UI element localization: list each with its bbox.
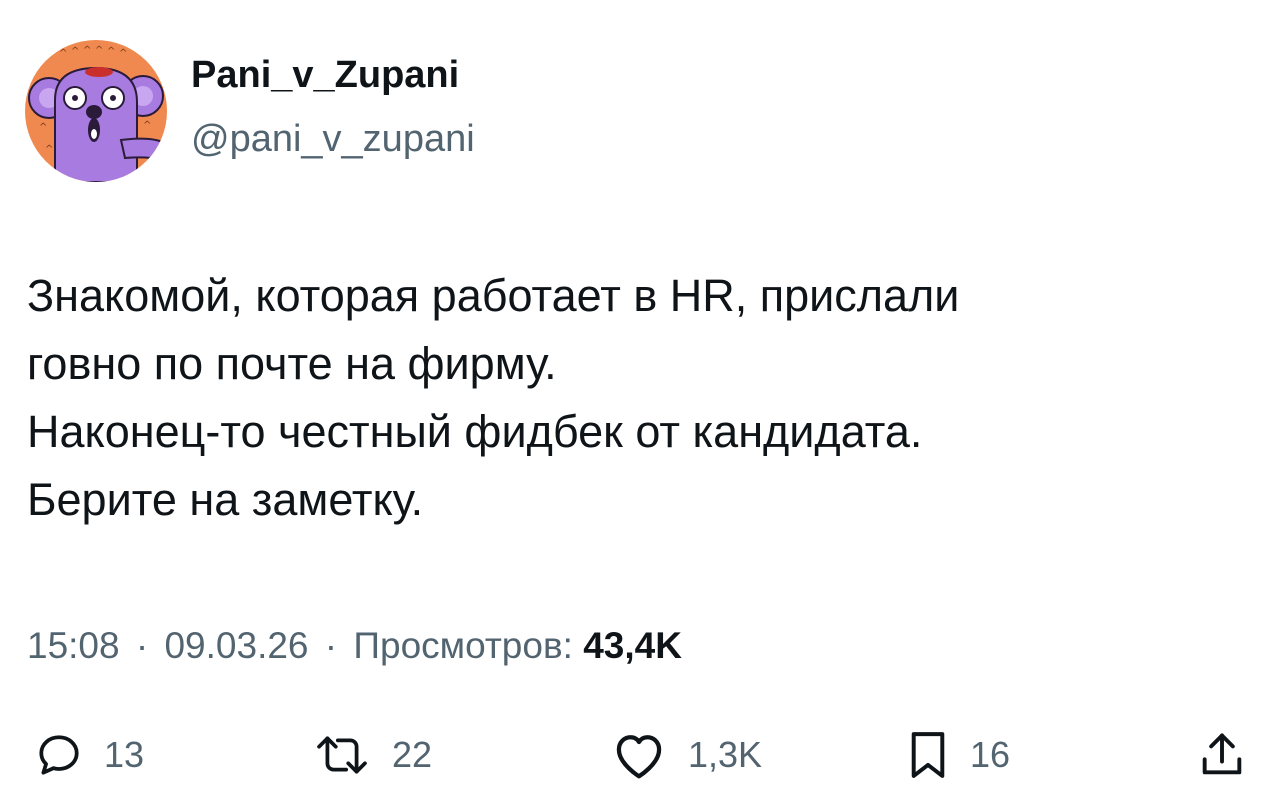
tweet-time[interactable]: 15:08	[27, 625, 120, 666]
like-count: 1,3K	[688, 734, 763, 775]
like-button[interactable]: 1,3K	[610, 720, 762, 790]
tweet-text-line: Берите на заметку.	[27, 474, 424, 525]
tweet-meta: 15:08 · 09.03.26 · Просмотров: 43,4K	[27, 625, 682, 667]
svg-text:^: ^	[71, 46, 79, 57]
svg-text:^: ^	[107, 46, 115, 57]
tweet: ^ ^ ^ ^ ^ ^ ^ ^ ^ Pani_v_Zupani @pani_v_…	[0, 0, 1280, 811]
meta-separator: ·	[324, 625, 338, 666]
retweet-count: 22	[392, 734, 433, 775]
heart-icon	[616, 735, 662, 779]
share-button[interactable]	[1196, 720, 1248, 790]
reply-button[interactable]: 13	[34, 720, 144, 790]
reply-icon	[39, 735, 79, 775]
bookmark-count: 16	[970, 734, 1011, 775]
views-label: Просмотров:	[353, 625, 573, 666]
meta-separator: ·	[135, 625, 149, 666]
tweet-date[interactable]: 09.03.26	[164, 625, 308, 666]
bookmark-icon	[911, 732, 945, 778]
tweet-text-line: говно по почте на фирму.	[27, 338, 557, 389]
svg-text:^: ^	[59, 48, 67, 59]
retweet-icon	[317, 736, 367, 774]
tweet-text-line: Наконец-то честный фидбек от кандидата.	[27, 406, 923, 457]
svg-text:^: ^	[143, 120, 151, 131]
svg-text:^: ^	[95, 45, 103, 56]
author-handle[interactable]: @pani_v_zupani	[191, 118, 475, 161]
koala-avatar-icon: ^ ^ ^ ^ ^ ^ ^ ^ ^	[25, 40, 167, 182]
svg-text:^: ^	[39, 122, 47, 133]
author-display-name[interactable]: Pani_v_Zupani	[191, 54, 459, 97]
reply-count: 13	[104, 734, 145, 775]
bookmark-button[interactable]: 16	[906, 720, 1010, 790]
tweet-text: Знакомой, которая работает в HR, прислал…	[27, 262, 1247, 534]
avatar[interactable]: ^ ^ ^ ^ ^ ^ ^ ^ ^	[25, 40, 167, 182]
views-count: 43,4K	[583, 625, 682, 666]
svg-text:^: ^	[83, 45, 91, 56]
svg-text:^: ^	[119, 48, 127, 59]
svg-text:^: ^	[45, 144, 53, 155]
share-icon	[1202, 733, 1242, 775]
retweet-button[interactable]: 22	[312, 720, 432, 790]
tweet-text-line: Знакомой, которая работает в HR, прислал…	[27, 270, 960, 321]
action-bar: 13 22 1,3K 16	[0, 720, 1280, 790]
